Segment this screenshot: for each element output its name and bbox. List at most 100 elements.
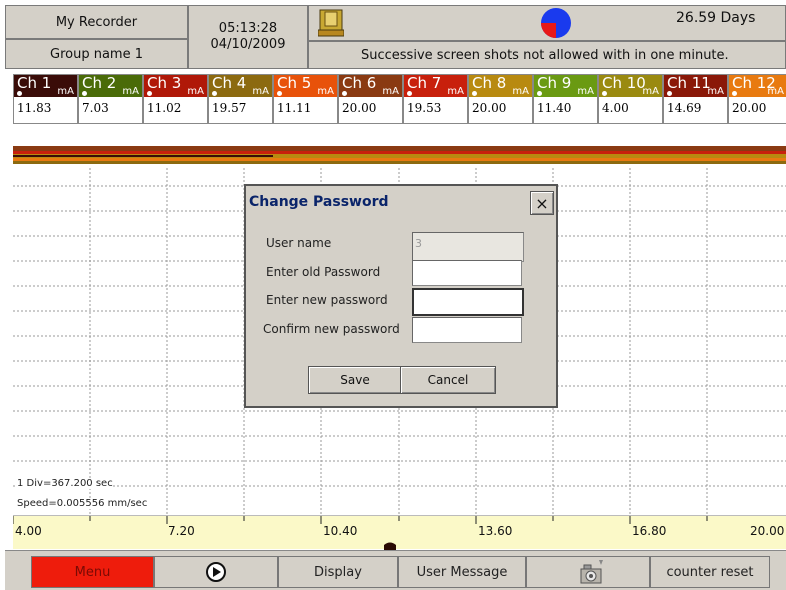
scale-tick-4: 16.80 <box>632 524 667 538</box>
channel-header: Ch 3 mA <box>144 75 207 97</box>
channel-value: 20.00 <box>472 101 507 115</box>
confirm-password-field[interactable] <box>412 317 522 343</box>
play-icon <box>206 562 226 582</box>
channel-dot-icon <box>537 91 542 96</box>
channel-tile[interactable]: Ch 11 mA 14.69 <box>663 74 728 124</box>
channel-dot-icon <box>732 91 737 96</box>
scale-tick-1: 7.20 <box>168 524 195 538</box>
new-password-label: Enter new password <box>266 293 388 307</box>
channel-value: 11.83 <box>17 101 52 115</box>
channel-tile[interactable]: Ch 5 mA 11.11 <box>273 74 338 124</box>
channel-name: Ch 10 <box>602 74 646 92</box>
channel-dot-icon <box>667 91 672 96</box>
user-name-label: User name <box>266 236 332 250</box>
channel-header: Ch 1 mA <box>14 75 77 97</box>
scale-tick-0: 4.00 <box>15 524 42 538</box>
channel-name: Ch 2 <box>82 74 117 92</box>
channel-unit: mA <box>512 86 529 97</box>
channel-dot-icon <box>602 91 607 96</box>
channel-name: Ch 4 <box>212 74 247 92</box>
channel-header: Ch 7 mA <box>404 75 467 97</box>
channel-value: 20.00 <box>732 101 767 115</box>
new-password-field[interactable] <box>412 288 524 316</box>
channel-dot-icon <box>472 91 477 96</box>
channel-name: Ch 9 <box>537 74 572 92</box>
scale-bar <box>13 515 786 550</box>
user-message-label: User Message <box>416 564 508 580</box>
time-text: 05:13:28 <box>218 21 278 36</box>
channel-name: Ch 7 <box>407 74 442 92</box>
display-label: Display <box>314 564 362 580</box>
channel-value: 11.02 <box>147 101 182 115</box>
channel-tile[interactable]: Ch 2 mA 7.03 <box>78 74 143 124</box>
channel-unit: mA <box>707 86 724 97</box>
channel-tile[interactable]: Ch 10 mA 4.00 <box>598 74 663 124</box>
disk-icon[interactable] <box>317 8 345 38</box>
confirm-password-label: Confirm new password <box>263 322 400 336</box>
channel-header: Ch 10 mA <box>599 75 662 97</box>
channel-tile[interactable]: Ch 7 mA 19.53 <box>403 74 468 124</box>
channel-tile[interactable]: Ch 6 mA 20.00 <box>338 74 403 124</box>
channel-tile[interactable]: Ch 8 mA 20.00 <box>468 74 533 124</box>
channel-value: 7.03 <box>82 101 109 115</box>
channel-value: 11.40 <box>537 101 572 115</box>
channel-unit: mA <box>767 86 784 97</box>
dialog-title: Change Password <box>249 194 389 210</box>
channel-unit: mA <box>577 86 594 97</box>
channel-dot-icon <box>147 91 152 96</box>
channel-header: Ch 11 mA <box>664 75 727 97</box>
channel-name: Ch 5 <box>277 74 312 92</box>
cancel-button[interactable]: Cancel <box>400 366 496 394</box>
channel-tile[interactable]: Ch 4 mA 19.57 <box>208 74 273 124</box>
camera-button[interactable] <box>526 556 650 588</box>
status-message: Successive screen shots not allowed with… <box>308 41 786 69</box>
date-text: 04/10/2009 <box>210 37 286 52</box>
menu-button[interactable]: Menu <box>31 556 154 588</box>
channel-value: 11.11 <box>277 101 312 115</box>
old-password-label: Enter old Password <box>266 265 381 279</box>
channel-header: Ch 8 mA <box>469 75 532 97</box>
user-name-value: 3 <box>415 237 422 250</box>
channel-dot-icon <box>17 91 22 96</box>
group-name[interactable]: Group name 1 <box>5 39 188 69</box>
change-password-dialog: Change Password × User name 3 Enter old … <box>244 184 558 408</box>
camera-icon <box>580 560 603 584</box>
channel-unit: mA <box>642 86 659 97</box>
channel-value: 20.00 <box>342 101 377 115</box>
channel-unit: mA <box>447 86 464 97</box>
channel-name: Ch 11 <box>667 74 711 92</box>
counter-reset-button[interactable]: counter reset <box>650 556 770 588</box>
save-button[interactable]: Save <box>308 366 402 394</box>
channel-name: Ch 1 <box>17 74 52 92</box>
div-label: 1 Div=367.200 sec <box>17 478 113 489</box>
user-message-button[interactable]: User Message <box>398 556 526 588</box>
channel-header: Ch 6 mA <box>339 75 402 97</box>
speed-label: Speed=0.005556 mm/sec <box>17 498 148 509</box>
display-button[interactable]: Display <box>278 556 398 588</box>
channel-header: Ch 2 mA <box>79 75 142 97</box>
counter-reset-label: counter reset <box>666 564 754 580</box>
old-password-field[interactable] <box>412 260 522 286</box>
save-label: Save <box>340 373 370 387</box>
channel-tile[interactable]: Ch 3 mA 11.02 <box>143 74 208 124</box>
user-name-field: 3 <box>412 232 524 262</box>
channel-name: Ch 6 <box>342 74 377 92</box>
menu-label: Menu <box>74 564 111 580</box>
channel-dot-icon <box>342 91 347 96</box>
channel-unit: mA <box>122 86 139 97</box>
channel-header: Ch 12 mA <box>729 75 786 97</box>
channel-header: Ch 9 mA <box>534 75 597 97</box>
channel-dot-icon <box>82 91 87 96</box>
play-button[interactable] <box>154 556 278 588</box>
channel-unit: mA <box>187 86 204 97</box>
channel-tile[interactable]: Ch 1 mA 11.83 <box>13 74 78 124</box>
channel-header: Ch 4 mA <box>209 75 272 97</box>
channel-unit: mA <box>57 86 74 97</box>
channel-tile[interactable]: Ch 12 mA 20.00 <box>728 74 786 124</box>
channel-tile[interactable]: Ch 9 mA 11.40 <box>533 74 598 124</box>
channel-header: Ch 5 mA <box>274 75 337 97</box>
close-button[interactable]: × <box>530 191 554 215</box>
channel-value: 14.69 <box>667 101 702 115</box>
channel-unit: mA <box>382 86 399 97</box>
close-icon: × <box>535 193 549 213</box>
